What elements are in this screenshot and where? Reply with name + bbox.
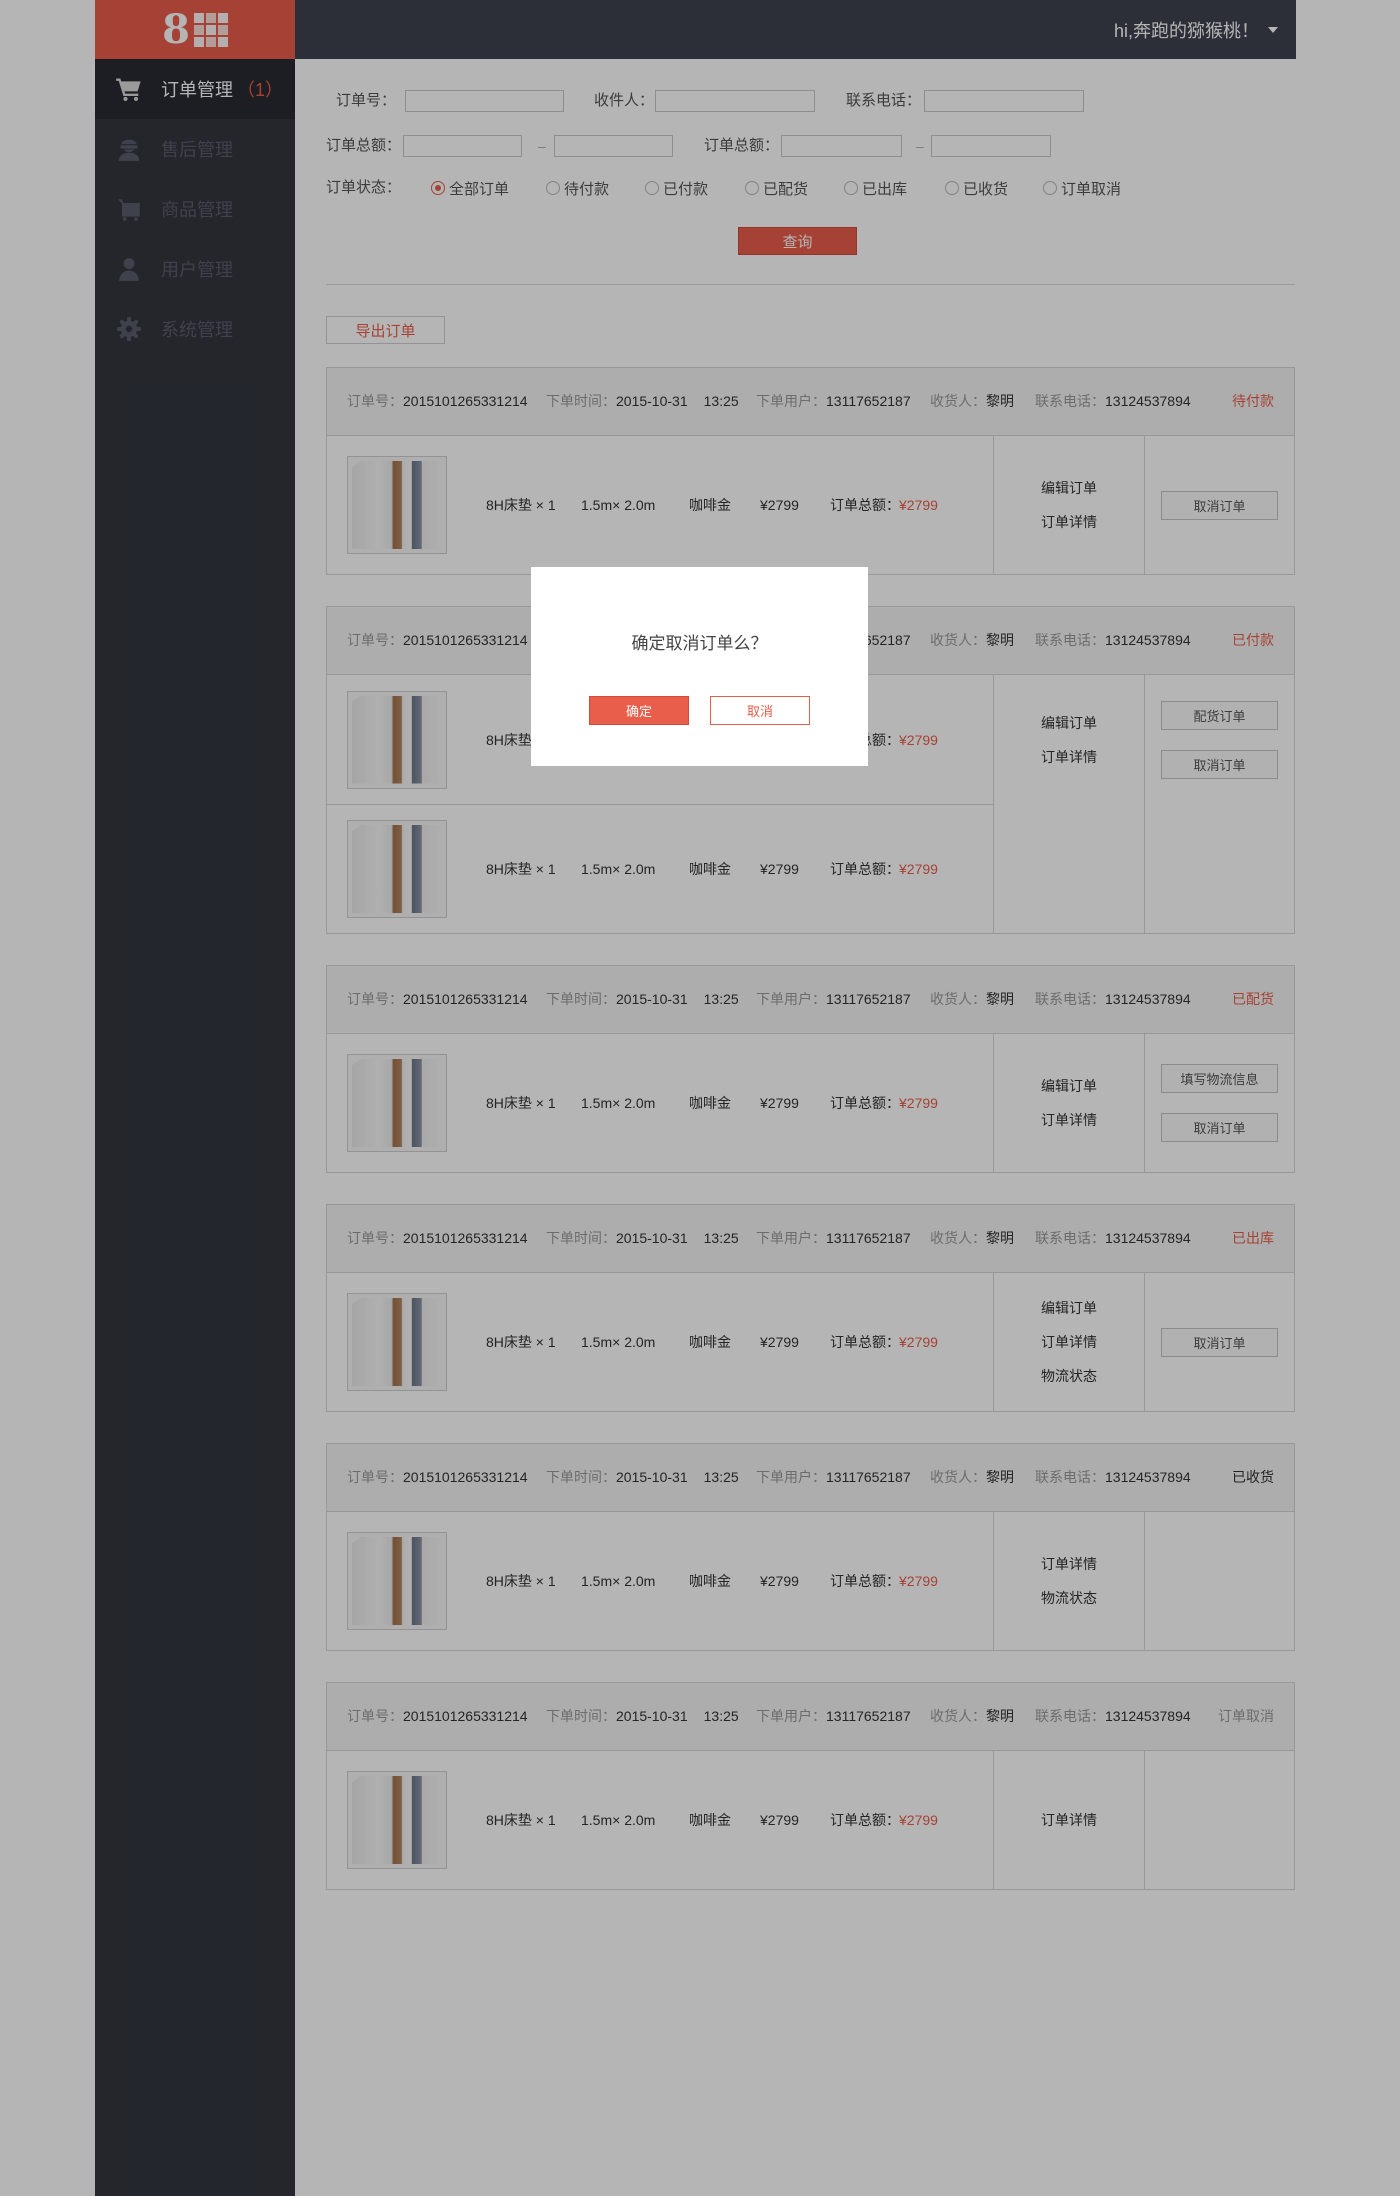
dialog-message: 确定取消订单么？ [631, 634, 768, 653]
modal-overlay [0, 0, 1400, 2196]
cancel-button[interactable]: 取消 [710, 696, 810, 725]
confirm-button[interactable]: 确定 [589, 696, 689, 725]
cancel-order-dialog: 确定取消订单么？ 确定 取消 [531, 567, 868, 766]
